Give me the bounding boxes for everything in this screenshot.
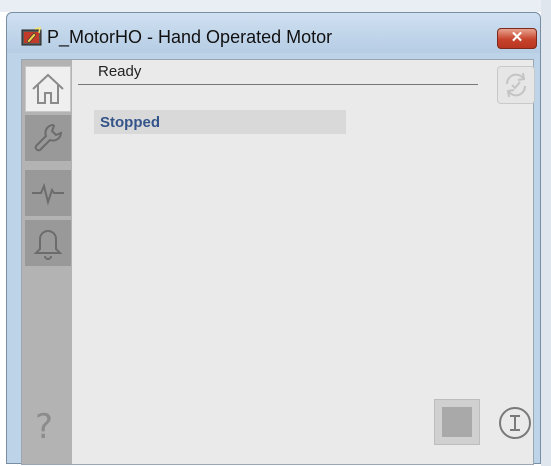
trend-icon xyxy=(32,182,64,206)
desktop-background-top xyxy=(0,0,551,12)
faceplate-window: P_MotorHO - Hand Operated Motor ✕ ? Read… xyxy=(6,12,541,465)
tab-alarms[interactable] xyxy=(25,220,71,266)
stop-icon xyxy=(442,407,472,437)
sidebar: ? xyxy=(22,60,72,464)
title-bar[interactable]: P_MotorHO - Hand Operated Motor ✕ xyxy=(7,13,540,53)
desktop-background-right xyxy=(541,0,551,466)
faceplate-body: ? Ready Stopped xyxy=(21,59,535,465)
home-icon xyxy=(32,73,64,104)
refresh-button[interactable] xyxy=(497,66,535,104)
close-button[interactable]: ✕ xyxy=(497,28,537,49)
tab-trends[interactable] xyxy=(25,170,71,216)
stop-button[interactable] xyxy=(434,399,480,445)
tab-home[interactable] xyxy=(25,66,71,112)
status-text: Ready xyxy=(98,63,142,80)
info-button[interactable] xyxy=(499,407,531,439)
motor-state-text: Stopped xyxy=(100,114,160,131)
status-divider xyxy=(78,84,478,85)
window-title: P_MotorHO - Hand Operated Motor xyxy=(47,27,333,47)
info-icon xyxy=(510,415,520,431)
help-icon[interactable]: ? xyxy=(35,407,53,447)
bell-icon xyxy=(33,230,63,260)
app-icon xyxy=(21,27,42,46)
refresh-icon xyxy=(505,72,527,98)
tab-maintenance[interactable] xyxy=(25,115,71,161)
wrench-icon xyxy=(34,123,63,152)
motor-state-display: Stopped xyxy=(94,110,346,134)
